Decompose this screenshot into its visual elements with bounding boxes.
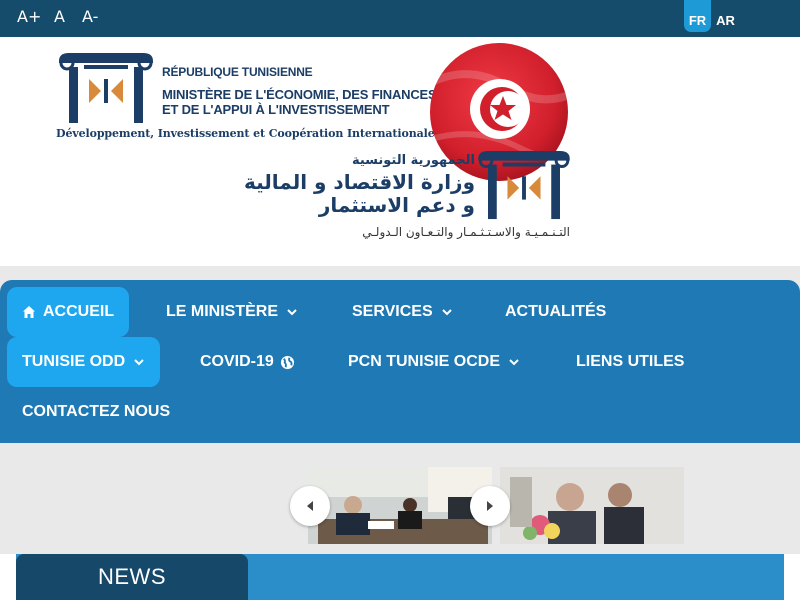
chevron-down-icon xyxy=(441,309,452,316)
chevron-down-icon xyxy=(287,309,297,316)
site-header: RÉPUBLIQUE TUNISIENNE MINISTÈRE DE L'ÉCO… xyxy=(0,37,800,266)
nav-item-liens-utiles[interactable]: LIENS UTILES xyxy=(576,337,684,387)
nav-item-pcn-tunisie-ocde[interactable]: PCN TUNISIE OCDE xyxy=(348,337,520,387)
ministry-line1-ar: وزارة الاقتصاد و المالية xyxy=(243,170,475,194)
nav-item-label: SERVICES xyxy=(352,303,433,320)
font-increase-button[interactable]: A+ xyxy=(17,7,41,26)
chevron-down-icon xyxy=(509,359,519,366)
font-decrease-button[interactable]: A- xyxy=(82,7,98,26)
nav-item-label: LIENS UTILES xyxy=(576,353,685,370)
republic-label-ar: الجمهورية التونسية xyxy=(351,153,475,168)
nav-item-tunisie-odd[interactable]: TUNISIE ODD xyxy=(7,337,161,387)
nav-item-label: COVID-19 xyxy=(200,353,274,370)
nav-item-label: PCN TUNISIE OCDE xyxy=(348,353,501,370)
slide-image-ceremony[interactable] xyxy=(500,467,684,544)
nav-item-label: ACTUALITÉS xyxy=(505,303,607,320)
nav-item-accueil[interactable]: ACCUEIL xyxy=(7,287,130,337)
globe-icon xyxy=(280,355,294,369)
nav-item-actualites[interactable]: ACTUALITÉS xyxy=(505,287,606,337)
ministry-line2-fr: ET DE L'APPUI À L'INVESTISSEMENT xyxy=(162,102,390,117)
nav-item-covid-19[interactable]: COVID-19 xyxy=(200,337,295,387)
top-bar: A+ A A- FR AR xyxy=(0,0,800,37)
ministry-logo-fr[interactable] xyxy=(55,51,157,125)
font-normal-button[interactable]: A xyxy=(54,7,65,26)
nav-item-label: TUNISIE ODD xyxy=(22,353,126,370)
language-fr-button[interactable]: FR xyxy=(684,0,711,32)
slider-next-button[interactable] xyxy=(470,486,510,526)
language-ar-button[interactable]: AR xyxy=(712,0,739,32)
nav-item-label: ACCUEIL xyxy=(43,303,115,320)
caret-right-icon xyxy=(487,501,493,511)
slider-prev-button[interactable] xyxy=(290,486,330,526)
ministry-logo-ar[interactable] xyxy=(474,149,574,221)
nav-item-label: CONTACTEZ NOUS xyxy=(22,403,171,420)
nav-item-label: LE MINISTÈRE xyxy=(166,303,279,320)
ministry-line1-fr: MINISTÈRE DE L'ÉCONOMIE, DES FINANCES xyxy=(162,87,437,102)
nav-item-contactez-nous[interactable]: CONTACTEZ NOUS xyxy=(22,387,170,437)
home-icon xyxy=(23,306,35,318)
slide-image-meeting[interactable] xyxy=(308,467,492,544)
ministry-line2-ar: و دعم الاستثمار xyxy=(318,193,475,217)
tagline-fr: Développement, Investissement et Coopéra… xyxy=(56,127,435,140)
main-navigation: ACCUEIL LE MINISTÈRE SERVICES ACTUALITÉS… xyxy=(0,280,800,443)
ministry-name-fr: RÉPUBLIQUE TUNISIENNE MINISTÈRE DE L'ÉCO… xyxy=(162,65,437,117)
tagline-ar: التـنـمـيـة والاسـتـثـمـار والتـعـاون ال… xyxy=(362,225,570,239)
nav-item-services[interactable]: SERVICES xyxy=(352,287,453,337)
nav-item-le-ministere[interactable]: LE MINISTÈRE xyxy=(166,287,298,337)
caret-left-icon xyxy=(307,501,313,511)
republic-label-fr: RÉPUBLIQUE TUNISIENNE xyxy=(162,65,313,79)
news-tab[interactable]: NEWS xyxy=(16,554,248,600)
ministry-name-ar: الجمهورية التونسية وزارة الاقتصاد و الما… xyxy=(215,152,475,216)
chevron-down-icon xyxy=(134,359,144,366)
news-title: NEWS xyxy=(98,564,166,589)
